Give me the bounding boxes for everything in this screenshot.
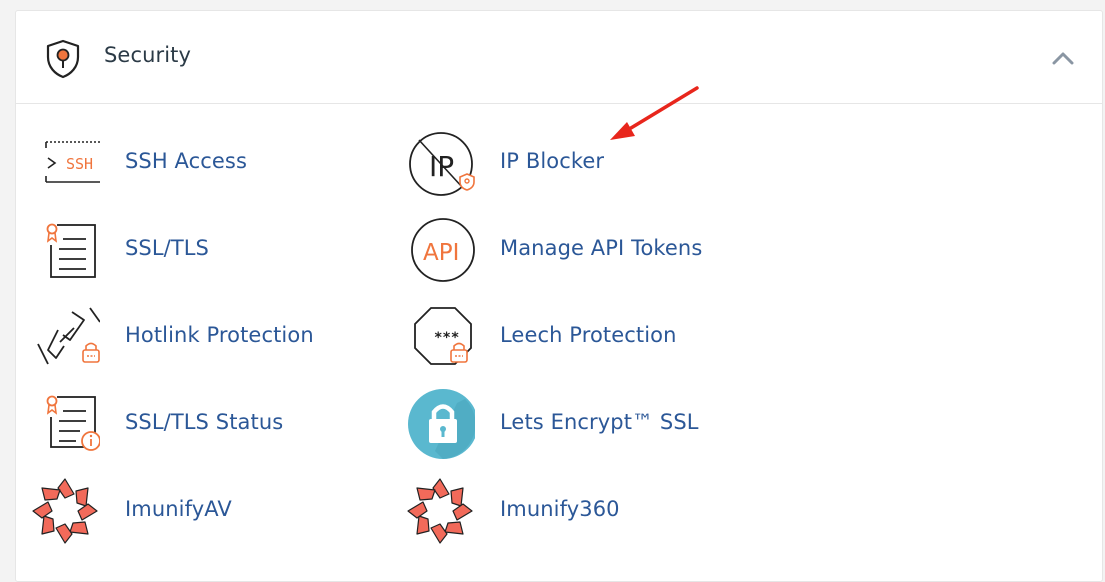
ssh-access-link[interactable]: SSH SSH Access: [30, 128, 260, 198]
leech-icon-text: ***: [434, 330, 459, 346]
imunifyav-link[interactable]: ImunifyAV: [30, 476, 250, 546]
ssl-tls-status-link[interactable]: SSL/TLS Status: [30, 389, 290, 459]
shield-icon: [46, 39, 80, 79]
hotlink-chain-icon: [37, 307, 100, 365]
certificate-icon: [46, 223, 96, 278]
item-label: Imunify360: [500, 497, 620, 521]
padlock-icon: [408, 389, 475, 459]
item-label: SSL/TLS: [125, 236, 209, 260]
imunify-icon: [407, 478, 473, 544]
leech-protection-link[interactable]: *** Leech Protection: [405, 302, 677, 372]
item-label: ImunifyAV: [125, 497, 232, 521]
item-label: SSH Access: [125, 149, 248, 173]
item-label: SSL/TLS Status: [125, 410, 284, 434]
hotlink-protection-link[interactable]: Hotlink Protection: [30, 302, 320, 372]
ssh-terminal-icon: SSH: [45, 141, 100, 183]
item-label: Leech Protection: [500, 323, 677, 347]
item-label: Hotlink Protection: [125, 323, 314, 347]
imunify360-link[interactable]: Imunify360: [405, 476, 635, 546]
chevron-up-icon[interactable]: [1052, 51, 1074, 65]
item-label: Manage API Tokens: [500, 236, 703, 260]
section-header[interactable]: Security: [16, 11, 1102, 104]
ip-blocker-link[interactable]: IP IP Blocker: [405, 128, 635, 198]
ip-icon-text: IP: [429, 150, 454, 183]
manage-api-tokens-link[interactable]: API Manage API Tokens: [405, 215, 705, 285]
lets-encrypt-ssl-link[interactable]: Lets Encrypt™ SSL: [405, 389, 698, 459]
item-label: IP Blocker: [500, 149, 605, 173]
api-icon: API: [411, 218, 475, 282]
imunify-icon: [32, 478, 98, 544]
ssl-tls-link[interactable]: SSL/TLS: [30, 215, 260, 285]
section-title: Security: [104, 43, 192, 67]
ssh-icon-text: SSH: [66, 155, 93, 173]
ip-blocker-icon: IP: [409, 132, 475, 196]
certificate-status-icon: [46, 395, 100, 451]
leech-octagon-icon: ***: [414, 307, 472, 365]
item-label: Lets Encrypt™ SSL: [500, 410, 699, 434]
api-icon-text: API: [423, 240, 459, 266]
